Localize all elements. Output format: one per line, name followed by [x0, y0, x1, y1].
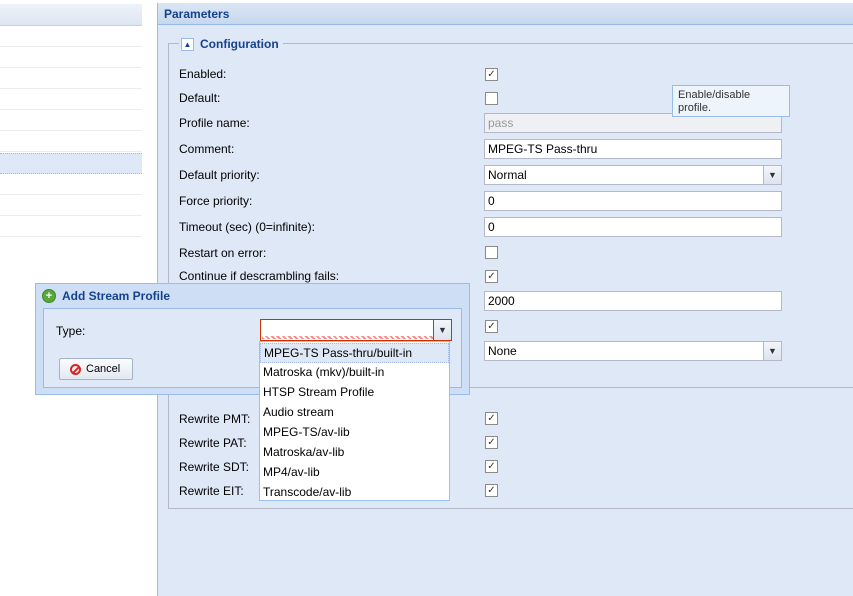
checkmark-icon: ✓ [487, 321, 496, 332]
chevron-down-icon[interactable]: ▼ [763, 166, 781, 184]
list-item[interactable] [0, 68, 142, 89]
default-priority-label: Default priority: [179, 168, 260, 182]
parameters-header: Parameters [158, 3, 853, 25]
dropdown-option[interactable]: MPEG-TS Pass-thru/built-in [260, 343, 449, 363]
dialog-title-bar[interactable]: + Add Stream Profile [42, 287, 170, 305]
checkmark-icon: ✓ [487, 461, 496, 472]
dropdown-option[interactable]: Audio stream [260, 402, 449, 422]
number-field[interactable]: 2000 [484, 291, 782, 311]
rewrite-sdt-label: Rewrite SDT: [179, 460, 250, 474]
checkmark-icon: ✓ [487, 69, 496, 80]
rewrite-eit-checkbox[interactable]: ✓ [485, 484, 498, 497]
rewrite-sdt-checkbox[interactable]: ✓ [485, 460, 498, 473]
tooltip: Enable/disable profile. [672, 85, 790, 117]
cancel-button[interactable]: Cancel [59, 358, 133, 380]
enabled-label: Enabled: [179, 67, 227, 81]
configuration-legend-text: Configuration [200, 37, 279, 51]
dropdown-option[interactable]: Matroska (mkv)/built-in [260, 362, 449, 382]
cancel-icon [70, 363, 81, 375]
add-circle-icon: + [42, 289, 56, 303]
checkmark-icon: ✓ [487, 437, 496, 448]
default-priority-select[interactable]: Normal ▼ [484, 165, 782, 185]
dropdown-option[interactable]: Transcode/av-lib [260, 482, 449, 502]
type-label: Type: [56, 324, 86, 338]
list-item[interactable] [0, 131, 142, 152]
dropdown-option[interactable]: Matroska/av-lib [260, 442, 449, 462]
enabled-checkbox[interactable]: ✓ [485, 68, 498, 81]
type-dropdown-list: MPEG-TS Pass-thru/built-in Matroska (mkv… [259, 341, 450, 501]
chevron-down-icon[interactable]: ▼ [763, 342, 781, 360]
restart-on-error-label: Restart on error: [179, 246, 267, 260]
list-item[interactable] [0, 195, 142, 216]
list-item[interactable] [0, 26, 142, 47]
rewrite-pmt-label: Rewrite PMT: [179, 412, 251, 426]
list-item[interactable] [0, 216, 142, 237]
timeout-field[interactable]: 0 [484, 217, 782, 237]
rewrite-eit-label: Rewrite EIT: [179, 484, 244, 498]
comment-field[interactable]: MPEG-TS Pass-thru [484, 139, 782, 159]
checkmark-icon: ✓ [487, 485, 496, 496]
list-item[interactable] [0, 89, 142, 110]
option-select-value: None [488, 344, 517, 358]
option-select[interactable]: None ▼ [484, 341, 782, 361]
list-item[interactable] [0, 47, 142, 68]
force-priority-label: Force priority: [179, 194, 253, 208]
invalid-indicator [262, 336, 433, 339]
dialog-title: Add Stream Profile [62, 289, 171, 303]
default-priority-value: Normal [488, 168, 527, 182]
configuration-legend: ▲ Configuration [179, 36, 283, 52]
collapse-up-icon[interactable]: ▲ [181, 37, 194, 51]
force-priority-field[interactable]: 0 [484, 191, 782, 211]
checkmark-icon: ✓ [487, 413, 496, 424]
profile-name-label: Profile name: [179, 116, 250, 130]
option-checkbox[interactable]: ✓ [485, 320, 498, 333]
dropdown-option[interactable]: MPEG-TS/av-lib [260, 422, 449, 442]
list-item[interactable] [0, 110, 142, 131]
comment-label: Comment: [179, 142, 235, 156]
rewrite-pat-checkbox[interactable]: ✓ [485, 436, 498, 449]
dropdown-option[interactable]: HTSP Stream Profile [260, 382, 449, 402]
dropdown-option[interactable]: MP4/av-lib [260, 462, 449, 482]
continue-descrambling-checkbox[interactable]: ✓ [485, 270, 498, 283]
timeout-label: Timeout (sec) (0=infinite): [179, 220, 315, 234]
type-select[interactable]: ▼ [260, 319, 452, 341]
rewrite-pmt-checkbox[interactable]: ✓ [485, 412, 498, 425]
list-item[interactable] [0, 174, 142, 195]
default-label: Default: [179, 91, 221, 105]
chevron-down-icon[interactable]: ▼ [433, 320, 451, 340]
rewrite-pat-label: Rewrite PAT: [179, 436, 247, 450]
restart-on-error-checkbox[interactable] [485, 246, 498, 259]
profile-list-header [0, 4, 142, 26]
profile-list [0, 0, 142, 238]
list-item-selected[interactable] [0, 153, 142, 174]
continue-descrambling-label: Continue if descrambling fails: [179, 269, 340, 283]
checkmark-icon: ✓ [487, 271, 496, 282]
cancel-label: Cancel [86, 363, 121, 375]
default-checkbox[interactable] [485, 92, 498, 105]
